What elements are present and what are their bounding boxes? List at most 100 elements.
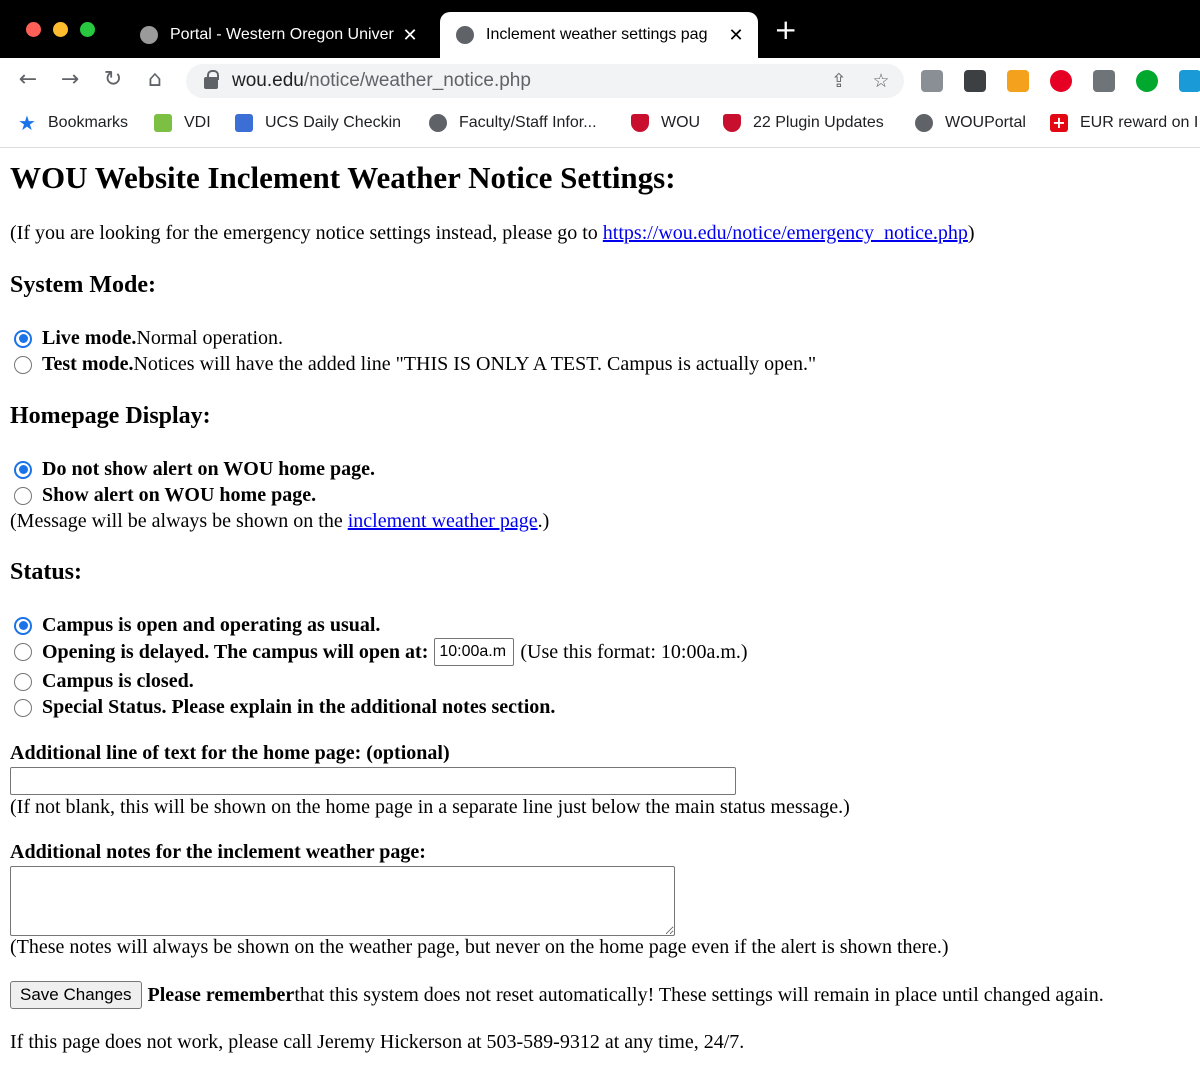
tab-inclement-weather[interactable]: Inclement weather settings pag ✕ xyxy=(440,12,758,58)
lock-icon xyxy=(204,70,219,89)
no-show-alert-option[interactable]: Do not show alert on WOU home page. xyxy=(14,458,375,481)
additional-notes-textarea[interactable] xyxy=(10,866,675,936)
status-closed-radio[interactable] xyxy=(14,672,32,691)
extension-puzzle-icon[interactable] xyxy=(1093,70,1115,92)
status-delayed-radio[interactable] xyxy=(14,643,32,661)
additional-line-note: (If not blank, this will be shown on the… xyxy=(10,796,850,818)
status-closed-label: Campus is closed. xyxy=(42,670,194,692)
show-alert-label: Show alert on WOU home page. xyxy=(42,484,317,506)
system-mode-heading: System Mode: xyxy=(10,272,156,298)
show-alert-option[interactable]: Show alert on WOU home page. xyxy=(14,484,316,507)
browser-toolbar: ← → ↻ ⌂ wou.edu/notice/weather_notice.ph… xyxy=(0,58,1200,104)
bookmark-vdi[interactable]: VDI xyxy=(154,114,211,132)
additional-line-label-text: Additional line of text for the home pag… xyxy=(10,742,450,764)
wou-shield-icon xyxy=(723,114,741,132)
close-icon[interactable]: ✕ xyxy=(398,25,422,46)
delayed-open-time-input[interactable] xyxy=(434,638,515,666)
homepage-note-text: (Message will be always be shown on the xyxy=(10,510,348,532)
url-path: /notice/weather_notice.php xyxy=(303,70,531,91)
reload-icon[interactable]: ↻ xyxy=(99,66,127,94)
browser-tab-bar: Portal - Western Oregon Univer ✕ Incleme… xyxy=(0,0,1200,58)
pinterest-icon[interactable] xyxy=(1050,70,1072,92)
page-title: WOU Website Inclement Weather Notice Set… xyxy=(10,160,676,195)
url-host: wou.edu xyxy=(232,70,304,91)
maximize-window-button[interactable] xyxy=(80,22,95,37)
share-icon[interactable]: ⇪ xyxy=(826,68,852,94)
bookmark-label: WOU xyxy=(661,114,701,131)
emergency-notice-link[interactable]: https://wou.edu/notice/emergency_notice.… xyxy=(603,222,968,244)
no-show-alert-label: Do not show alert on WOU home page. xyxy=(42,458,375,480)
globe-icon xyxy=(456,26,474,44)
live-mode-label: Live mode. xyxy=(42,327,137,349)
bookmark-wouportal[interactable]: WOUPortal xyxy=(915,114,1026,132)
tab-title: Portal - Western Oregon Univer xyxy=(170,26,394,43)
status-open-radio[interactable] xyxy=(14,616,32,635)
status-special-option[interactable]: Special Status. Please explain in the ad… xyxy=(14,696,555,719)
test-mode-option[interactable]: Test mode. Notices will have the added l… xyxy=(14,353,816,376)
bookmark-label: EUR reward on I xyxy=(1080,114,1199,131)
additional-line-label: Additional line of text for the home pag… xyxy=(10,742,450,765)
test-mode-description: Notices will have the added line "THIS I… xyxy=(133,353,817,375)
save-changes-button[interactable]: Save Changes xyxy=(10,981,142,1009)
status-special-radio[interactable] xyxy=(14,698,32,717)
bookmark-label: UCS Daily Checkin xyxy=(265,114,402,131)
tab-title: Inclement weather settings pag xyxy=(486,26,708,43)
status-special-label: Special Status. Please explain in the ad… xyxy=(42,696,556,718)
status-open-option[interactable]: Campus is open and operating as usual. xyxy=(14,614,380,637)
calendar-icon xyxy=(235,114,253,132)
globe-icon xyxy=(915,114,933,132)
close-window-button[interactable] xyxy=(26,22,41,37)
delayed-time-format-hint: (Use this format: 10:00a.m.) xyxy=(520,640,748,663)
status-closed-option[interactable]: Campus is closed. xyxy=(14,670,194,693)
extension-check-icon[interactable] xyxy=(1179,70,1200,92)
swiss-cross-icon: + xyxy=(1050,114,1068,132)
minimize-window-button[interactable] xyxy=(53,22,68,37)
bookmark-label: WOUPortal xyxy=(945,114,1026,131)
save-row: Save Changes Please remember that this s… xyxy=(10,981,1104,1009)
address-bar[interactable]: wou.edu/notice/weather_notice.php ⇪ ☆ xyxy=(186,64,904,98)
status-delayed-option[interactable]: Opening is delayed. The campus will open… xyxy=(14,638,748,666)
additional-line-input[interactable] xyxy=(10,767,736,795)
tab-portal[interactable]: Portal - Western Oregon Univer ✕ xyxy=(132,12,432,58)
live-mode-radio[interactable] xyxy=(14,329,32,348)
status-delayed-label: Opening is delayed. The campus will open… xyxy=(42,640,429,663)
close-icon[interactable]: ✕ xyxy=(724,25,748,46)
test-mode-radio[interactable] xyxy=(14,355,32,374)
bookmark-star-icon[interactable]: ☆ xyxy=(868,68,894,94)
live-mode-description: Normal operation. xyxy=(136,327,284,349)
no-show-alert-radio[interactable] xyxy=(14,460,32,479)
bookmark-eur-reward[interactable]: + EUR reward on I xyxy=(1050,114,1198,132)
home-icon[interactable]: ⌂ xyxy=(141,66,169,94)
status-open-label: Campus is open and operating as usual. xyxy=(42,614,381,636)
remember-label: Please remember xyxy=(147,983,295,1006)
bookmark-wou[interactable]: WOU xyxy=(631,114,700,132)
back-arrow-icon[interactable]: ← xyxy=(14,66,42,94)
bookmark-plugin-updates[interactable]: 22 Plugin Updates xyxy=(723,114,884,132)
bookmark-label: Bookmarks xyxy=(48,114,129,131)
live-mode-option[interactable]: Live mode. Normal operation. xyxy=(14,327,283,350)
extension-profile-icon[interactable] xyxy=(921,70,943,92)
inclement-weather-page-link[interactable]: inclement weather page xyxy=(348,510,538,532)
show-alert-radio[interactable] xyxy=(14,486,32,505)
bookmark-faculty-staff[interactable]: Faculty/Staff Infor... xyxy=(429,114,597,132)
additional-notes-label-text: Additional notes for the inclement weath… xyxy=(10,841,426,863)
homepage-display-heading: Homepage Display: xyxy=(10,403,211,429)
extension-chart-icon[interactable] xyxy=(1007,70,1029,92)
bookmark-ucs-daily-checkin[interactable]: UCS Daily Checkin xyxy=(235,114,401,132)
intro-suffix: ) xyxy=(967,222,975,244)
intro-text: (If you are looking for the emergency no… xyxy=(10,222,603,244)
bookmark-bookmarks[interactable]: ★ Bookmarks xyxy=(18,113,129,133)
bookmark-label: VDI xyxy=(184,114,211,131)
new-tab-icon[interactable]: + xyxy=(774,16,797,44)
emergency-notice-intro: (If you are looking for the emergency no… xyxy=(10,222,975,245)
bookmarks-bar: ★ Bookmarks VDI UCS Daily Checkin Facult… xyxy=(0,104,1200,148)
support-contact-note: If this page does not work, please call … xyxy=(10,1031,745,1053)
extension-dots-icon[interactable] xyxy=(964,70,986,92)
forward-arrow-icon[interactable]: → xyxy=(56,66,84,94)
evernote-icon[interactable] xyxy=(1136,70,1158,92)
bookmark-label: Faculty/Staff Infor... xyxy=(459,114,597,131)
globe-icon xyxy=(429,114,447,132)
globe-icon xyxy=(140,26,158,44)
homepage-note: (Message will be always be shown on the … xyxy=(10,510,549,533)
bookmark-label: 22 Plugin Updates xyxy=(753,114,884,131)
